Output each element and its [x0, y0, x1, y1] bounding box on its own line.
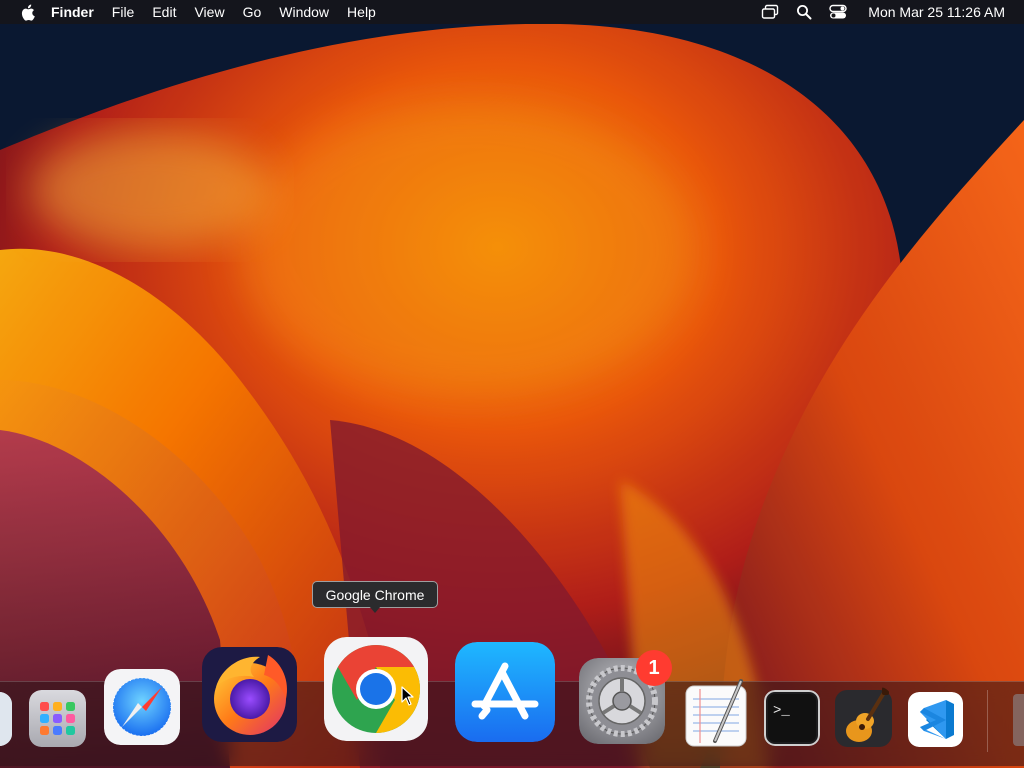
- desktop[interactable]: Finder File Edit View Go Window Help Mon…: [0, 0, 1024, 768]
- menu-bar-clock[interactable]: Mon Mar 25 11:26 AM: [868, 4, 1005, 20]
- launchpad-icon[interactable]: [29, 690, 86, 747]
- safari-icon[interactable]: [104, 669, 180, 745]
- vscode-icon[interactable]: [908, 692, 963, 747]
- dock-tooltip-arrow: [369, 606, 381, 613]
- garageband-icon[interactable]: [835, 687, 892, 747]
- dock-tooltip: Google Chrome: [312, 581, 438, 608]
- notification-badge: 1: [636, 650, 672, 686]
- terminal-icon[interactable]: >_: [764, 690, 820, 746]
- menu-bar: Finder File Edit View Go Window Help Mon…: [0, 0, 1024, 24]
- textedit-icon[interactable]: [685, 679, 748, 747]
- menu-app-name[interactable]: Finder: [51, 0, 94, 24]
- mouse-cursor-icon: [401, 686, 414, 706]
- menu-view[interactable]: View: [194, 0, 224, 24]
- menu-edit[interactable]: Edit: [152, 0, 176, 24]
- finder-icon[interactable]: [0, 692, 12, 746]
- terminal-prompt: >_: [773, 703, 790, 719]
- trash-icon[interactable]: [1013, 690, 1024, 748]
- dock-tooltip-label: Google Chrome: [325, 586, 425, 603]
- menu-go[interactable]: Go: [243, 0, 262, 24]
- app-store-icon[interactable]: [455, 642, 555, 742]
- menu-bar-status-area: Mon Mar 25 11:26 AM: [760, 0, 1024, 24]
- dock-separator: [987, 690, 988, 752]
- apple-menu-icon[interactable]: [19, 4, 35, 21]
- menu-help[interactable]: Help: [347, 0, 376, 24]
- menu-window[interactable]: Window: [279, 0, 329, 24]
- menu-file[interactable]: File: [112, 0, 135, 24]
- screen-mirroring-icon[interactable]: [760, 2, 780, 22]
- spotlight-search-icon[interactable]: [794, 2, 814, 22]
- control-center-icon[interactable]: [828, 2, 848, 22]
- firefox-icon[interactable]: [202, 647, 297, 742]
